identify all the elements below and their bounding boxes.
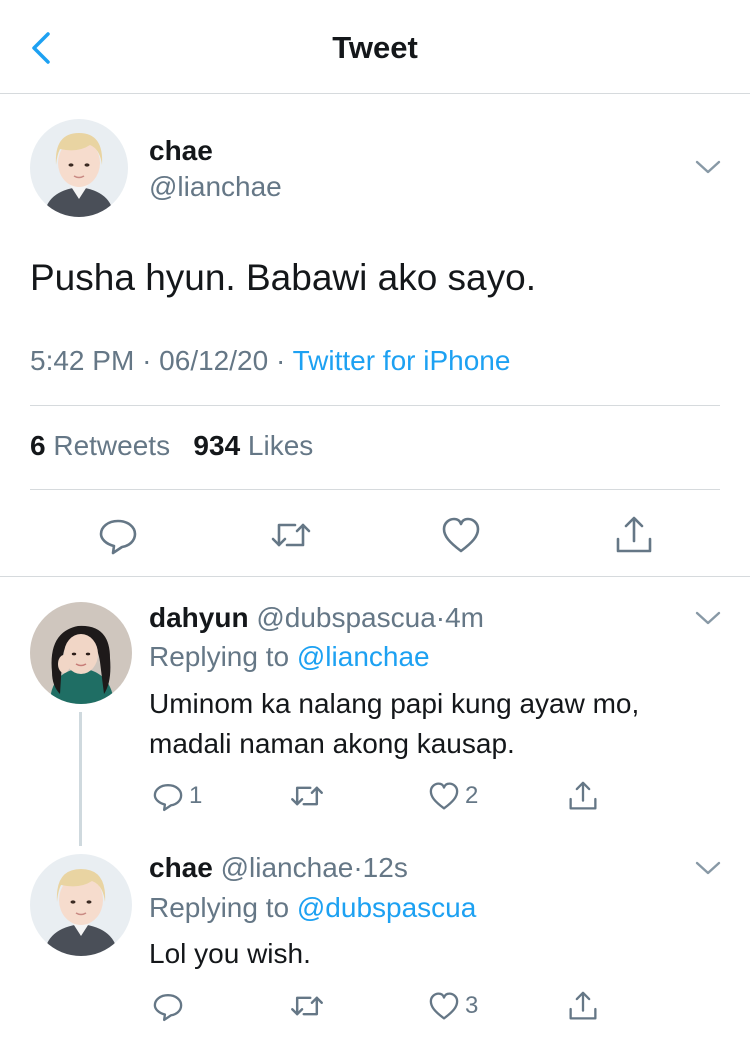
reply-icon: [153, 784, 183, 812]
chevron-down-icon: [695, 611, 721, 625]
tweet-date: 06/12/20: [159, 345, 269, 376]
like-count: 3: [465, 992, 479, 1019]
retweet-button[interactable]: [289, 776, 325, 816]
like-button[interactable]: 3: [427, 986, 478, 1026]
top-bar: Tweet: [0, 0, 750, 94]
reply-text-line: Lol you wish.: [149, 938, 311, 969]
reply-time: 4m: [445, 602, 485, 633]
tweet-stats: 6 Retweets 934 Likes: [30, 430, 313, 462]
like-icon: [429, 782, 459, 810]
retweet-icon: [271, 523, 311, 547]
more-options-button[interactable]: [693, 608, 723, 628]
like-button[interactable]: [439, 513, 483, 557]
retweets-stat[interactable]: 6 Retweets: [30, 430, 170, 461]
reply-button[interactable]: 1: [151, 776, 202, 816]
like-button[interactable]: 2: [427, 776, 478, 816]
reply-icon: [153, 994, 183, 1022]
reply-tweet[interactable]: dahyun @dubspascua·4m Replying to @lianc…: [0, 578, 750, 848]
replying-label: Replying to: [149, 641, 290, 672]
tweet-source-link[interactable]: Twitter for iPhone: [293, 345, 511, 376]
chevron-down-icon: [695, 861, 721, 875]
reply-tweet[interactable]: chae @lianchae·12s Replying to @dubspasc…: [0, 848, 750, 1037]
share-icon: [569, 991, 597, 1020]
retweet-button[interactable]: [289, 986, 325, 1026]
share-icon: [569, 781, 597, 810]
reply-text: Uminom ka nalang papi kung ayaw mo, mada…: [149, 684, 639, 764]
avatar[interactable]: [30, 119, 128, 217]
reply-text-line: madali naman akong kausap.: [149, 728, 515, 759]
avatar[interactable]: [30, 602, 132, 704]
reply-button[interactable]: [96, 513, 140, 557]
retweets-count: 6: [30, 430, 46, 461]
reply-time: 12s: [362, 852, 408, 883]
divider: [30, 489, 720, 490]
replying-label: Replying to: [149, 892, 290, 923]
user-name[interactable]: dahyun: [149, 602, 249, 633]
reply-header: dahyun @dubspascua·4m: [149, 602, 484, 634]
page-title: Tweet: [332, 30, 418, 65]
share-icon: [616, 516, 652, 553]
likes-stat[interactable]: 934 Likes: [193, 430, 313, 461]
user-handle[interactable]: @dubspascua: [256, 602, 435, 633]
more-options-button[interactable]: [693, 157, 723, 177]
chevron-down-icon: [695, 160, 721, 174]
reply-text: Lol you wish.: [149, 934, 311, 974]
share-button[interactable]: [566, 776, 600, 816]
like-count: 2: [465, 782, 479, 809]
like-icon: [429, 992, 459, 1020]
likes-count: 934: [193, 430, 241, 461]
reply-text-line: Uminom ka nalang papi kung ayaw mo,: [149, 688, 640, 719]
mention-link[interactable]: @dubspascua: [297, 892, 476, 923]
more-options-button[interactable]: [693, 858, 723, 878]
retweet-icon: [291, 996, 323, 1016]
divider: [30, 405, 720, 406]
reply-icon: [99, 519, 137, 555]
user-name[interactable]: chae: [149, 135, 213, 167]
meta-separator: ·: [275, 345, 286, 376]
share-button[interactable]: [612, 513, 656, 557]
retweet-icon: [291, 786, 323, 806]
replying-to: Replying to @dubspascua: [149, 892, 476, 924]
reply-count: 1: [189, 782, 203, 809]
meta-separator: ·: [142, 345, 152, 376]
replying-to: Replying to @lianchae: [149, 641, 430, 673]
tweet-text: Pusha hyun. Babawi ako sayo.: [30, 257, 536, 298]
retweet-button[interactable]: [269, 513, 313, 557]
meta-separator: ·: [353, 852, 363, 883]
user-name[interactable]: chae: [149, 852, 213, 883]
tweet-time: 5:42 PM: [30, 345, 135, 376]
meta-separator: ·: [435, 602, 446, 633]
tweet-meta: 5:42 PM · 06/12/20 · Twitter for iPhone: [30, 345, 510, 377]
reply-header: chae @lianchae·12s: [149, 852, 408, 884]
likes-label: Likes: [247, 430, 314, 461]
retweets-label: Retweets: [53, 430, 171, 461]
main-tweet: chae @lianchae Pusha hyun. Babawi ako sa…: [0, 95, 750, 577]
user-handle[interactable]: @lianchae: [221, 852, 354, 883]
like-icon: [442, 517, 480, 553]
share-button[interactable]: [566, 986, 600, 1026]
reply-button[interactable]: [151, 986, 185, 1026]
avatar[interactable]: [30, 854, 132, 956]
mention-link[interactable]: @lianchae: [297, 641, 430, 672]
user-handle[interactable]: @lianchae: [149, 171, 282, 203]
